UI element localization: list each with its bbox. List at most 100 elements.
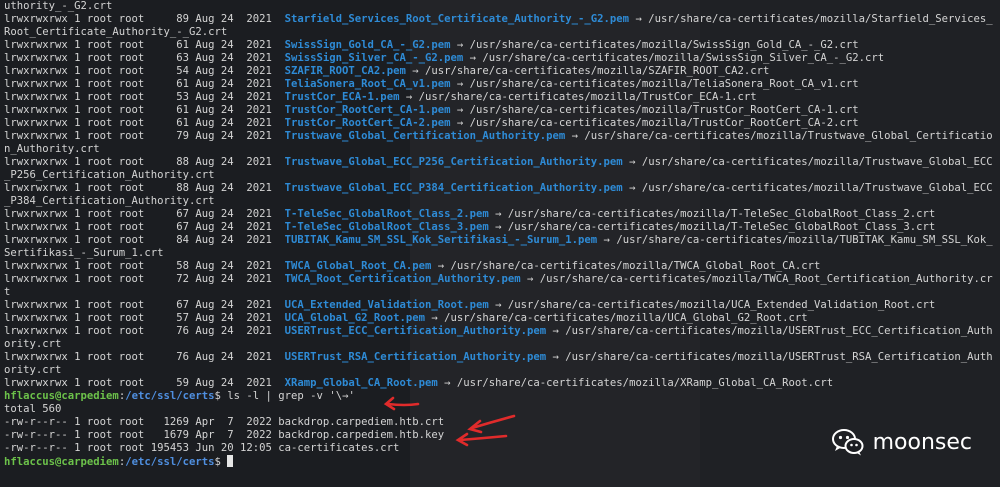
- terminal-window[interactable]: uthority_-_G2.crt lrwxrwxrwx 1 root root …: [0, 0, 1000, 487]
- text-cursor[interactable]: [227, 455, 234, 467]
- symlink-arrow: →: [565, 130, 585, 142]
- terminal-line: lrwxrwxrwx 1 root root 53 Aug 24 2021 Tr…: [0, 91, 1000, 104]
- symlink-arrow: →: [399, 91, 419, 103]
- file-metadata: lrwxrwxrwx 1 root root 61 Aug 24 2021: [4, 104, 285, 116]
- symlink-name: TWCA_Root_Certification_Authority.pem: [284, 273, 521, 285]
- shell-prompt-line: hflaccus@carpediem:/etc/ssl/certs$ ls -l…: [0, 390, 1000, 403]
- symlink-arrow: →: [622, 156, 642, 168]
- output-text: -rw-r--r-- 1 root root 1679 Apr 7 2022 b…: [4, 429, 445, 441]
- output-text: t: [4, 286, 11, 298]
- terminal-line: total 560: [0, 403, 1000, 416]
- symlink-target: /usr/share/ca-certificates/mozilla/TWCA_…: [450, 260, 821, 272]
- terminal-line: lrwxrwxrwx 1 root root 57 Aug 24 2021 UC…: [0, 312, 1000, 325]
- symlink-arrow: →: [450, 78, 470, 90]
- terminal-line: n_Authority.crt: [0, 143, 1000, 156]
- symlink-target: /usr/share/ca-certificates/mozilla/Trust…: [469, 104, 859, 116]
- symlink-target: /usr/share/ca-certificates/mozilla/Trust…: [584, 130, 993, 142]
- output-text: -rw-r--r-- 1 root root 195453 Jun 20 12:…: [4, 442, 400, 454]
- symlink-target: /usr/share/ca-certificates/mozilla/UCA_G…: [444, 312, 808, 324]
- output-text: _P384_Certification_Authority.crt: [4, 195, 215, 207]
- symlink-name: XRamp_Global_CA_Root.pem: [284, 377, 438, 389]
- terminal-line: lrwxrwxrwx 1 root root 67 Aug 24 2021 UC…: [0, 299, 1000, 312]
- file-metadata: lrwxrwxrwx 1 root root 76 Aug 24 2021: [4, 325, 285, 337]
- file-metadata: lrwxrwxrwx 1 root root 59 Aug 24 2021: [4, 377, 285, 389]
- output-text: Sertifikasi_-_Surum_1.crt: [4, 247, 164, 259]
- watermark-text: moonsec: [872, 429, 972, 455]
- symlink-target: /usr/share/ca-certificates/mozilla/T-Tel…: [507, 221, 936, 233]
- prompt-dollar: $: [214, 390, 228, 402]
- symlink-target: /usr/share/ca-certificates/mozilla/TUBIT…: [616, 234, 993, 246]
- symlink-arrow: →: [450, 104, 470, 116]
- terminal-line: Root_Certificate_Authority_-_G2.crt: [0, 26, 1000, 39]
- terminal-line: _P256_Certification_Authority.crt: [0, 169, 1000, 182]
- prompt-dollar: $: [214, 456, 228, 468]
- terminal-line: lrwxrwxrwx 1 root root 72 Aug 24 2021 TW…: [0, 273, 1000, 286]
- terminal-line: lrwxrwxrwx 1 root root 61 Aug 24 2021 Te…: [0, 78, 1000, 91]
- symlink-arrow: →: [546, 325, 566, 337]
- output-text: n_Authority.crt: [4, 143, 100, 155]
- file-metadata: lrwxrwxrwx 1 root root 61 Aug 24 2021: [4, 39, 285, 51]
- symlink-arrow: →: [424, 312, 445, 324]
- file-metadata: lrwxrwxrwx 1 root root 89 Aug 24 2021: [4, 13, 285, 25]
- symlink-target: /usr/share/ca-certificates/mozilla/Swiss…: [482, 52, 885, 64]
- symlink-target: /usr/share/ca-certificates/mozilla/XRamp…: [456, 377, 834, 389]
- terminal-line: lrwxrwxrwx 1 root root 88 Aug 24 2021 Tr…: [0, 156, 1000, 169]
- symlink-arrow: →: [437, 377, 457, 389]
- symlink-arrow: →: [622, 182, 642, 194]
- symlink-name: Trustwave_Global_ECC_P384_Certification_…: [284, 182, 623, 194]
- symlink-name: SwissSign_Silver_CA_-_G2.pem: [284, 52, 464, 64]
- symlink-name: USERTrust_RSA_Certification_Authority.pe…: [284, 351, 547, 363]
- output-text: total 560: [4, 403, 62, 415]
- terminal-line: lrwxrwxrwx 1 root root 89 Aug 24 2021 St…: [0, 13, 1000, 26]
- output-text: ority.crt: [4, 338, 62, 350]
- symlink-name: TWCA_Global_Root_CA.pem: [284, 260, 432, 272]
- terminal-line: lrwxrwxrwx 1 root root 58 Aug 24 2021 TW…: [0, 260, 1000, 273]
- symlink-target: /usr/share/ca-certificates/mozilla/Trust…: [469, 117, 859, 129]
- symlink-name: TrustCor_RootCert_CA-1.pem: [284, 104, 451, 116]
- terminal-line: uthority_-_G2.crt: [0, 0, 1000, 13]
- terminal-line: lrwxrwxrwx 1 root root 76 Aug 24 2021 US…: [0, 351, 1000, 364]
- symlink-arrow: →: [431, 260, 451, 272]
- symlink-name: SZAFIR_ROOT_CA2.pem: [284, 65, 406, 77]
- symlink-arrow: →: [463, 52, 483, 64]
- symlink-name: TrustCor_RootCert_CA-2.pem: [284, 117, 451, 129]
- terminal-line: lrwxrwxrwx 1 root root 61 Aug 24 2021 Tr…: [0, 104, 1000, 117]
- file-metadata: lrwxrwxrwx 1 root root 58 Aug 24 2021: [4, 260, 285, 272]
- terminal-line: t: [0, 286, 1000, 299]
- symlink-name: TeliaSonera_Root_CA_v1.pem: [284, 78, 451, 90]
- file-metadata: lrwxrwxrwx 1 root root 67 Aug 24 2021: [4, 208, 285, 220]
- symlink-arrow: →: [488, 299, 508, 311]
- terminal-output: uthority_-_G2.crt lrwxrwxrwx 1 root root …: [0, 0, 1000, 468]
- file-metadata: lrwxrwxrwx 1 root root 72 Aug 24 2021: [4, 273, 285, 285]
- output-text: ority.crt: [4, 364, 62, 376]
- symlink-name: UCA_Global_G2_Root.pem: [284, 312, 425, 324]
- terminal-line: lrwxrwxrwx 1 root root 54 Aug 24 2021 SZ…: [0, 65, 1000, 78]
- file-metadata: lrwxrwxrwx 1 root root 67 Aug 24 2021: [4, 299, 285, 311]
- file-metadata: lrwxrwxrwx 1 root root 63 Aug 24 2021: [4, 52, 285, 64]
- terminal-line: lrwxrwxrwx 1 root root 59 Aug 24 2021 XR…: [0, 377, 1000, 390]
- symlink-target: /usr/share/ca-certificates/mozilla/USERT…: [565, 325, 993, 337]
- terminal-line: lrwxrwxrwx 1 root root 67 Aug 24 2021 T-…: [0, 221, 1000, 234]
- terminal-line: lrwxrwxrwx 1 root root 88 Aug 24 2021 Tr…: [0, 182, 1000, 195]
- file-metadata: lrwxrwxrwx 1 root root 53 Aug 24 2021: [4, 91, 285, 103]
- output-text: _P256_Certification_Authority.crt: [4, 169, 215, 181]
- wechat-icon: [831, 429, 864, 456]
- symlink-name: UCA_Extended_Validation_Root.pem: [284, 299, 489, 311]
- symlink-name: Trustwave_Global_Certification_Authority…: [284, 130, 566, 142]
- symlink-arrow: →: [450, 117, 470, 129]
- symlink-arrow: →: [520, 273, 540, 285]
- file-metadata: lrwxrwxrwx 1 root root 88 Aug 24 2021: [4, 156, 285, 168]
- terminal-line: lrwxrwxrwx 1 root root 76 Aug 24 2021 US…: [0, 325, 1000, 338]
- symlink-arrow: →: [488, 208, 508, 220]
- terminal-line: lrwxrwxrwx 1 root root 79 Aug 24 2021 Tr…: [0, 130, 1000, 143]
- symlink-arrow: →: [629, 13, 649, 25]
- watermark: moonsec: [831, 427, 972, 457]
- symlink-target: /usr/share/ca-certificates/mozilla/Telia…: [469, 78, 859, 90]
- symlink-target: /usr/share/ca-certificates/mozilla/T-Tel…: [507, 208, 936, 220]
- prompt-user: hflaccus@carpediem: [4, 456, 119, 468]
- prompt-path: /etc/ssl/certs: [125, 456, 215, 468]
- symlink-target: /usr/share/ca-certificates/mozilla/UCA_E…: [507, 299, 936, 311]
- symlink-target: /usr/share/ca-certificates/mozilla/USERT…: [565, 351, 993, 363]
- file-metadata: lrwxrwxrwx 1 root root 88 Aug 24 2021: [4, 182, 285, 194]
- output-text: -rw-r--r-- 1 root root 1269 Apr 7 2022 b…: [4, 416, 445, 428]
